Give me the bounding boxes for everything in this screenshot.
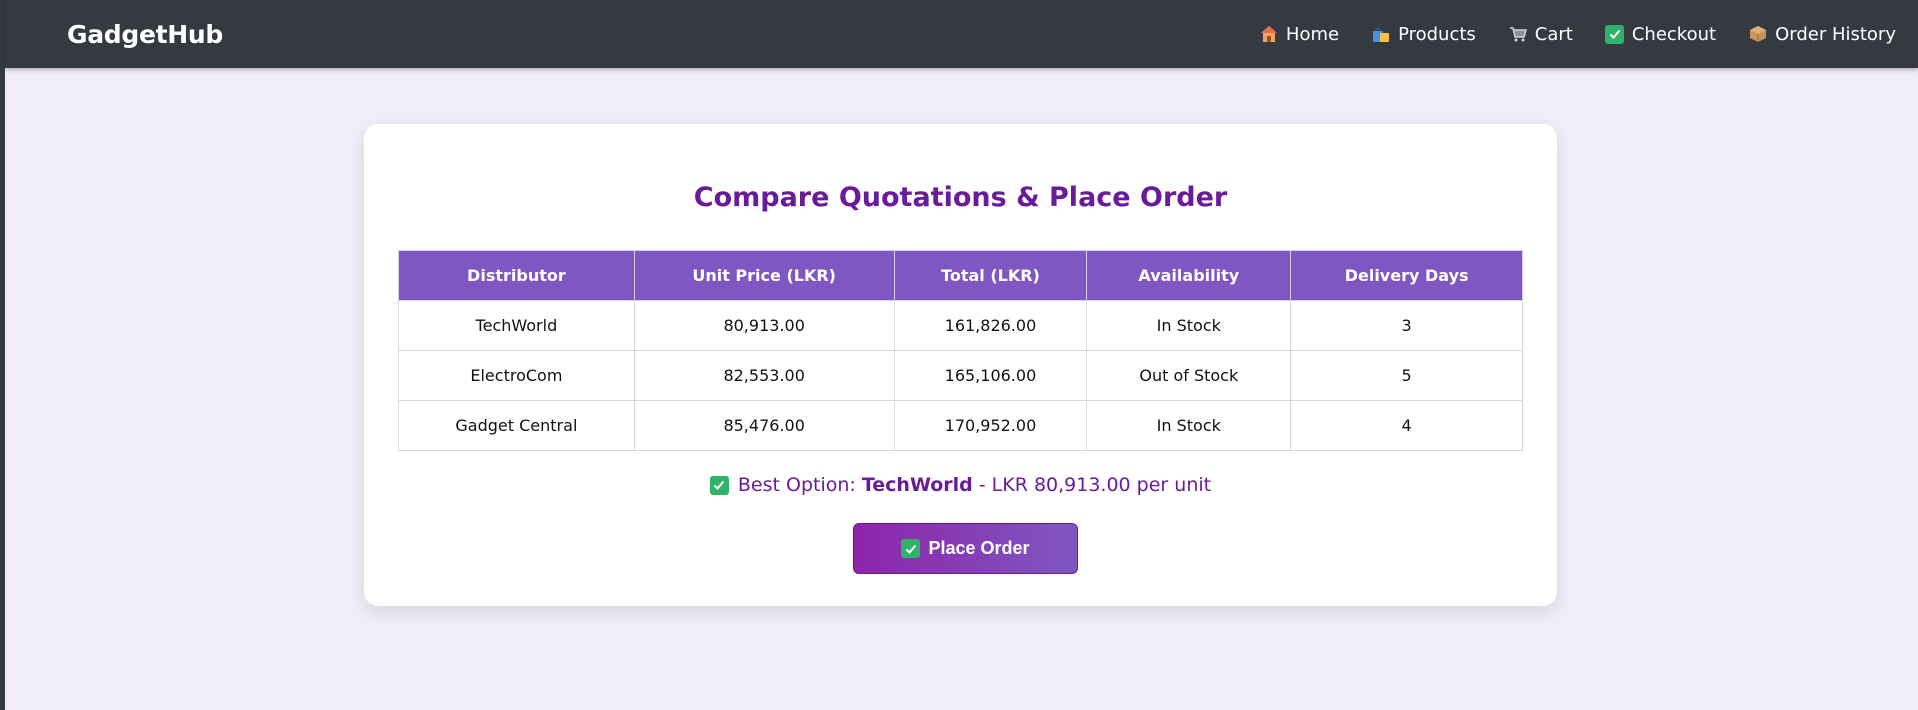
cell-delivery-days: 4 — [1290, 400, 1523, 451]
cell-availability: In Stock — [1086, 300, 1292, 351]
nav-link-label: Home — [1285, 23, 1340, 45]
place-order-label: Place Order — [928, 538, 1030, 558]
house-icon — [1259, 24, 1279, 44]
page-title: Compare Quotations & Place Order — [693, 182, 1228, 213]
cell-total: 170,952.00 — [893, 400, 1088, 451]
nav-link-label: Order History — [1775, 23, 1896, 45]
cell-availability: Out of Stock — [1086, 350, 1292, 401]
quotation-table: Distributor Unit Price (LKR) Total (LKR)… — [398, 250, 1523, 451]
shopping-bags-icon — [1371, 24, 1391, 44]
cell-total: 165,106.00 — [893, 350, 1088, 401]
nav-link-checkout[interactable]: Checkout — [1605, 24, 1716, 45]
cell-unit-price: 80,913.00 — [633, 300, 895, 351]
best-option-prefix: Best Option: — [737, 474, 856, 496]
table-row: ElectroCom 82,553.00 165,106.00 Out of S… — [398, 350, 1523, 401]
nav-link-cart[interactable]: Cart — [1508, 24, 1573, 45]
cell-availability: In Stock — [1086, 400, 1292, 451]
nav-link-order-history[interactable]: Order History — [1748, 24, 1896, 45]
place-order-button[interactable]: Place Order — [853, 523, 1078, 574]
nav-links: Home Products Cart Checkout Order Histor… — [1227, 24, 1896, 45]
nav-link-products[interactable]: Products — [1371, 24, 1476, 45]
column-header-total: Total (LKR) — [893, 250, 1088, 301]
package-icon — [1748, 24, 1768, 44]
cell-distributor: Gadget Central — [398, 400, 635, 451]
best-option-price: - LKR 80,913.00 per unit — [978, 474, 1212, 496]
checkmark-icon — [901, 539, 921, 558]
cell-delivery-days: 3 — [1290, 300, 1523, 351]
cell-total: 161,826.00 — [893, 300, 1088, 351]
column-header-unit-price: Unit Price (LKR) — [633, 250, 895, 301]
cell-delivery-days: 5 — [1290, 350, 1523, 401]
navbar: GadgetHub Home Products Cart Checkout Or… — [5, 0, 1918, 68]
nav-link-label: Cart — [1534, 23, 1573, 45]
quotation-card: Compare Quotations & Place Order Distrib… — [364, 124, 1557, 606]
cell-unit-price: 85,476.00 — [633, 400, 895, 451]
nav-link-home[interactable]: Home — [1259, 24, 1339, 45]
column-header-availability: Availability — [1086, 250, 1292, 301]
best-option-distributor: TechWorld — [861, 474, 973, 496]
cart-icon — [1508, 24, 1528, 44]
checkmark-icon — [709, 475, 729, 495]
nav-link-label: Products — [1398, 23, 1476, 45]
column-header-distributor: Distributor — [398, 250, 635, 301]
cell-distributor: TechWorld — [398, 300, 635, 351]
best-option-banner: Best Option: TechWorld - LKR 80,913.00 p… — [364, 474, 1557, 496]
brand-logo[interactable]: GadgetHub — [67, 20, 223, 49]
cell-unit-price: 82,553.00 — [633, 350, 895, 401]
table-row: TechWorld 80,913.00 161,826.00 In Stock … — [398, 300, 1523, 351]
cell-distributor: ElectroCom — [398, 350, 635, 401]
checkmark-icon — [1605, 24, 1625, 44]
table-header-row: Distributor Unit Price (LKR) Total (LKR)… — [398, 250, 1523, 301]
column-header-delivery-days: Delivery Days — [1290, 250, 1523, 301]
table-row: Gadget Central 85,476.00 170,952.00 In S… — [398, 400, 1523, 451]
nav-link-label: Checkout — [1631, 23, 1717, 45]
